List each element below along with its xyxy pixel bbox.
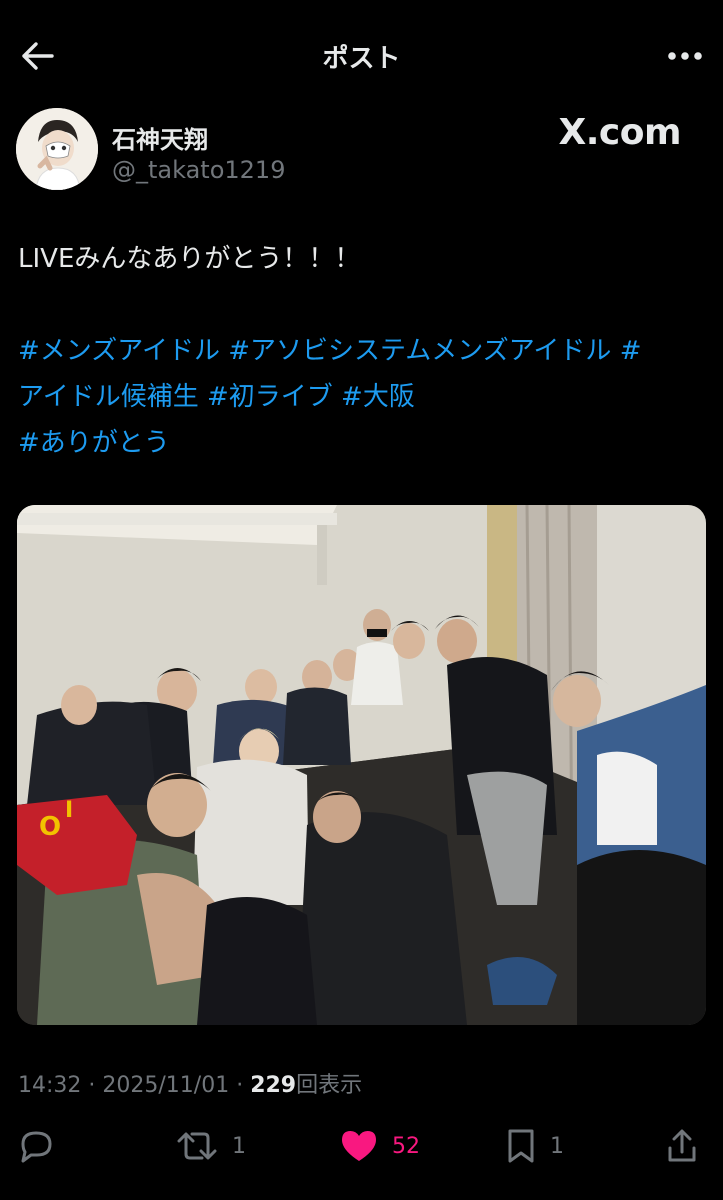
separator-dot: · (229, 1073, 251, 1098)
hashtag-link[interactable]: #初ライブ (207, 382, 333, 412)
bookmark-button[interactable]: 1 (506, 1126, 564, 1166)
page-title: ポスト (322, 44, 401, 74)
repost-count: 1 (232, 1133, 246, 1159)
hashtag-link[interactable]: # (620, 336, 642, 366)
top-bar: ポスト (0, 0, 723, 110)
hashtag-line: #ありがとう (18, 420, 708, 466)
like-count: 52 (392, 1133, 420, 1159)
author-handle[interactable]: @_takato1219 (112, 156, 285, 184)
hashtag-link[interactable]: #アソビシステムメンズアイドル (228, 336, 611, 366)
svg-text:O: O (39, 812, 61, 842)
like-button[interactable]: 52 (340, 1126, 420, 1166)
share-icon (668, 1129, 696, 1162)
hashtag-link[interactable]: アイドル候補生 (18, 382, 199, 412)
reply-button[interactable] (17, 1126, 55, 1166)
post-text: LIVEみんなありがとう！！！ #メンズアイドル #アソビシステムメンズアイドル… (18, 236, 708, 466)
action-bar: 1 52 1 (0, 1118, 723, 1174)
heart-icon (342, 1131, 376, 1161)
views-label: 回表示 (296, 1073, 363, 1098)
hashtag-line: #メンズアイドル #アソビシステムメンズアイドル # (18, 328, 708, 374)
more-options-button[interactable] (663, 38, 707, 74)
bookmark-icon (508, 1129, 534, 1163)
reply-icon (21, 1131, 52, 1163)
avatar[interactable] (16, 108, 98, 190)
hashtag-line: アイドル候補生 #初ライブ #大阪 (18, 374, 708, 420)
views-count: 229 (250, 1073, 297, 1098)
share-button[interactable] (666, 1126, 698, 1166)
separator-dot: · (81, 1073, 103, 1098)
post-photo[interactable]: O I (17, 505, 706, 1025)
post-text-line: LIVEみんなありがとう！！！ (18, 244, 361, 274)
group-photo-image: O I (17, 505, 706, 1025)
hashtag-link[interactable]: #大阪 (341, 382, 415, 412)
hashtag-link[interactable]: #ありがとう (18, 428, 170, 458)
svg-text:I: I (65, 798, 73, 823)
post-author: 石神天翔 @_takato1219 X.com (16, 108, 707, 194)
bookmark-count: 1 (550, 1133, 564, 1159)
repost-icon (177, 1132, 217, 1160)
avatar-image (16, 108, 98, 190)
repost-button[interactable]: 1 (176, 1126, 246, 1166)
hashtag-link[interactable]: #メンズアイドル (18, 336, 220, 366)
more-dots-icon (668, 52, 702, 60)
post-date[interactable]: 2025/11/01 (102, 1073, 229, 1098)
post-metadata: 14:32 · 2025/11/01 · 229回表示 (18, 1067, 362, 1099)
x-com-logo: X.com (558, 112, 681, 153)
post-time[interactable]: 14:32 (18, 1073, 81, 1098)
author-name[interactable]: 石神天翔 (112, 120, 208, 155)
